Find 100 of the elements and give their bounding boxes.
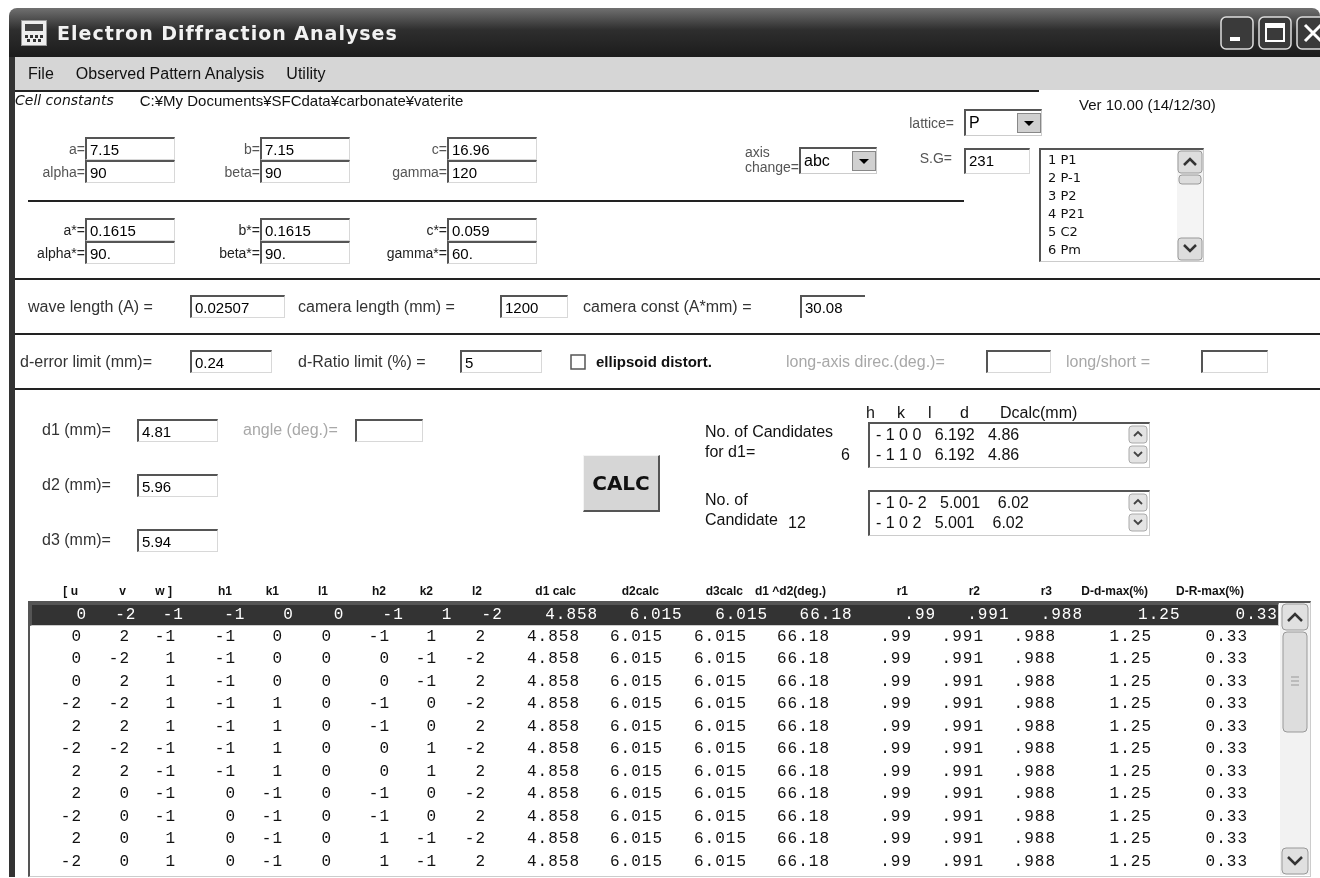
table-row[interactable]: 2 2 -1 -1 1 0 0 1 2 4.858 6.015 6.015 66.18 .99 .991 .988 1.25 0.33 [30,760,1279,783]
table-cell-text: 0 [320,807,332,826]
calc-button[interactable]: CALC [583,455,660,512]
table-row[interactable]: 0 2 1 -1 0 0 0 -1 2 4.858 6.015 6.015 66.18 .99 .991 .988 1.25 0.33 [30,670,1279,693]
input-field[interactable]: 5.96 [137,473,218,497]
list-box[interactable]: 1 P1 2 P-1 3 P2 4 P21 5 C2 6 Pm [1039,148,1204,262]
table-cell-text: -2 [107,740,130,759]
close-icon[interactable] [1296,15,1320,50]
input-field[interactable]: 90 [260,160,350,183]
input-field[interactable]: 1200 [500,295,568,318]
table-cell-text: 6.015 [693,650,747,669]
table-cell-text: -1 [153,627,176,646]
input-field[interactable]: 7.15 [85,137,175,160]
table-cell-text: 0.33 [1204,807,1248,826]
table-cell-text: -1 [367,807,390,826]
table-row[interactable]: 0 -2 -1 -1 0 0 -1 1 -2 4.858 6.015 6.015 66.18 .99 .991 .988 1.25 0.33 [30,603,1279,626]
table-cell-text: 66.18 [798,605,853,624]
table-row[interactable]: -2 0 -1 0 -1 0 -1 0 2 4.858 6.015 6.015 66.18 .99 .991 .988 1.25 0.33 [30,805,1279,828]
table-cell-text: 4.858 [526,830,580,849]
input-field[interactable]: 231 [964,148,1030,174]
input-field[interactable] [1201,350,1268,373]
input-field[interactable] [986,350,1051,373]
table-cell-text: 4.858 [526,762,580,781]
column-header: h1 [217,584,233,598]
input-field[interactable]: 0.1615 [260,218,350,241]
field-label: long/short = [1066,352,1152,371]
table-cell-text: .99 [879,785,912,804]
input-field[interactable]: 5.94 [137,528,218,552]
input-field[interactable]: 120 [447,160,537,183]
input-field[interactable]: 90 [85,160,175,183]
input-field[interactable]: 0.02507 [190,295,285,318]
table-cell-text: 6.015 [609,785,663,804]
input-field[interactable]: 4.81 [137,418,218,442]
list-item[interactable]: - 1 1 0 6.192 4.86 [876,445,1121,465]
maximize-icon[interactable] [1258,15,1292,50]
table-cell-text: -1 [260,852,283,871]
table-row[interactable]: 2 0 1 0 -1 0 1 -1 -2 4.858 6.015 6.015 66.18 .99 .991 .988 1.25 0.33 [30,828,1279,851]
list-item[interactable]: - 1 0 0 6.192 4.86 [876,425,1121,445]
input-field[interactable]: 7.15 [260,137,350,160]
table-cell-text: -2 [463,785,486,804]
table-cell-text: 2 [118,717,130,736]
input-field[interactable]: 16.96 [447,137,537,160]
list-item[interactable]: 6 Pm [1045,241,1173,259]
list-item[interactable]: - 1 0- 2 5.001 6.02 [876,493,1121,513]
candidate-list[interactable]: - 1 0- 2 5.001 6.02 - 1 0 2 5.001 6.02 [868,490,1150,536]
input-field[interactable]: 0.059 [447,218,537,241]
checkbox[interactable] [570,353,586,370]
scrollbar[interactable] [1280,603,1310,875]
table-cell-text: 1 [271,740,283,759]
input-field[interactable]: 60. [447,241,537,264]
table-cell-text: 0 [378,762,390,781]
table-cell-text: 66.18 [776,852,830,871]
input-field[interactable]: 90. [85,241,175,264]
table-cell-text: 0 [320,672,332,691]
table-row[interactable]: 0 2 -1 -1 0 0 -1 1 2 4.858 6.015 6.015 66.18 .99 .991 .988 1.25 0.33 [30,625,1279,648]
menu-item[interactable]: Utility [277,62,335,85]
table-cell-text: -1 [414,830,437,849]
scrollbar[interactable] [1177,150,1203,261]
table-row[interactable]: 2 0 -1 0 -1 0 -1 0 -2 4.858 6.015 6.015 66.18 .99 .991 .988 1.25 0.33 [30,783,1279,806]
table-cell-text: 2 [70,717,82,736]
table-row[interactable]: 0 -2 1 -1 0 0 0 -1 -2 4.858 6.015 6.015 66.18 .99 .991 .988 1.25 0.33 [30,648,1279,671]
table-cell-text: -2 [59,740,82,759]
list-item[interactable]: 5 C2 [1045,223,1173,241]
table-cell-text: .991 [940,672,984,691]
input-field[interactable]: 0.24 [190,350,272,373]
table-cell-text: 0.33 [1234,605,1278,624]
minimize-icon[interactable] [1220,15,1254,50]
table-cell-text: 4.858 [526,740,580,759]
list-item[interactable]: 2 P-1 [1045,169,1173,187]
list-item[interactable]: 1 P1 [1045,151,1173,169]
dropdown[interactable]: abc [799,146,877,174]
table-cell-text: 6.015 [609,762,663,781]
menu-item[interactable]: File [19,62,63,85]
table-row[interactable]: -2 0 1 0 -1 0 1 -1 2 4.858 6.015 6.015 66.18 .99 .991 .988 1.25 0.33 [30,850,1279,873]
input-field[interactable] [355,418,423,442]
table-row[interactable]: -2 -2 -1 -1 1 0 0 1 -2 4.858 6.015 6.015 66.18 .99 .991 .988 1.25 0.33 [30,738,1279,761]
table-cell-text: 6.015 [693,672,747,691]
table-cell-text: .99 [879,830,912,849]
table-cell-text: 6.015 [609,672,663,691]
table-row[interactable]: 2 2 1 -1 1 0 -1 0 2 4.858 6.015 6.015 66.18 .99 .991 .988 1.25 0.33 [30,715,1279,738]
list-item[interactable]: 3 P2 [1045,187,1173,205]
table-cell-text: 6.015 [609,695,663,714]
table-cell-text: 1 [378,830,390,849]
table-cell-text: 1.25 [1108,830,1152,849]
scroll-arrows-icon[interactable] [1127,424,1149,466]
dropdown[interactable]: P [964,109,1042,136]
table-cell-text: 0.33 [1204,762,1248,781]
scroll-arrows-icon[interactable] [1127,492,1149,534]
table-cell-text: -2 [114,605,137,624]
table-cell-text: 6.015 [693,852,747,871]
list-item[interactable]: - 1 0 2 5.001 6.02 [876,513,1121,533]
input-field[interactable]: 90. [260,241,350,264]
input-field[interactable]: 30.08 [800,295,865,318]
input-field[interactable]: 5 [460,350,542,373]
table-cell-text: 0 [271,672,283,691]
table-row[interactable]: -2 -2 1 -1 1 0 -1 0 -2 4.858 6.015 6.015 66.18 .99 .991 .988 1.25 0.33 [30,693,1279,716]
menu-item[interactable]: Observed Pattern Analysis [66,62,274,85]
candidate-list[interactable]: - 1 0 0 6.192 4.86 - 1 1 0 6.192 4.86 [868,422,1150,468]
input-field[interactable]: 0.1615 [85,218,175,241]
list-item[interactable]: 4 P21 [1045,205,1173,223]
